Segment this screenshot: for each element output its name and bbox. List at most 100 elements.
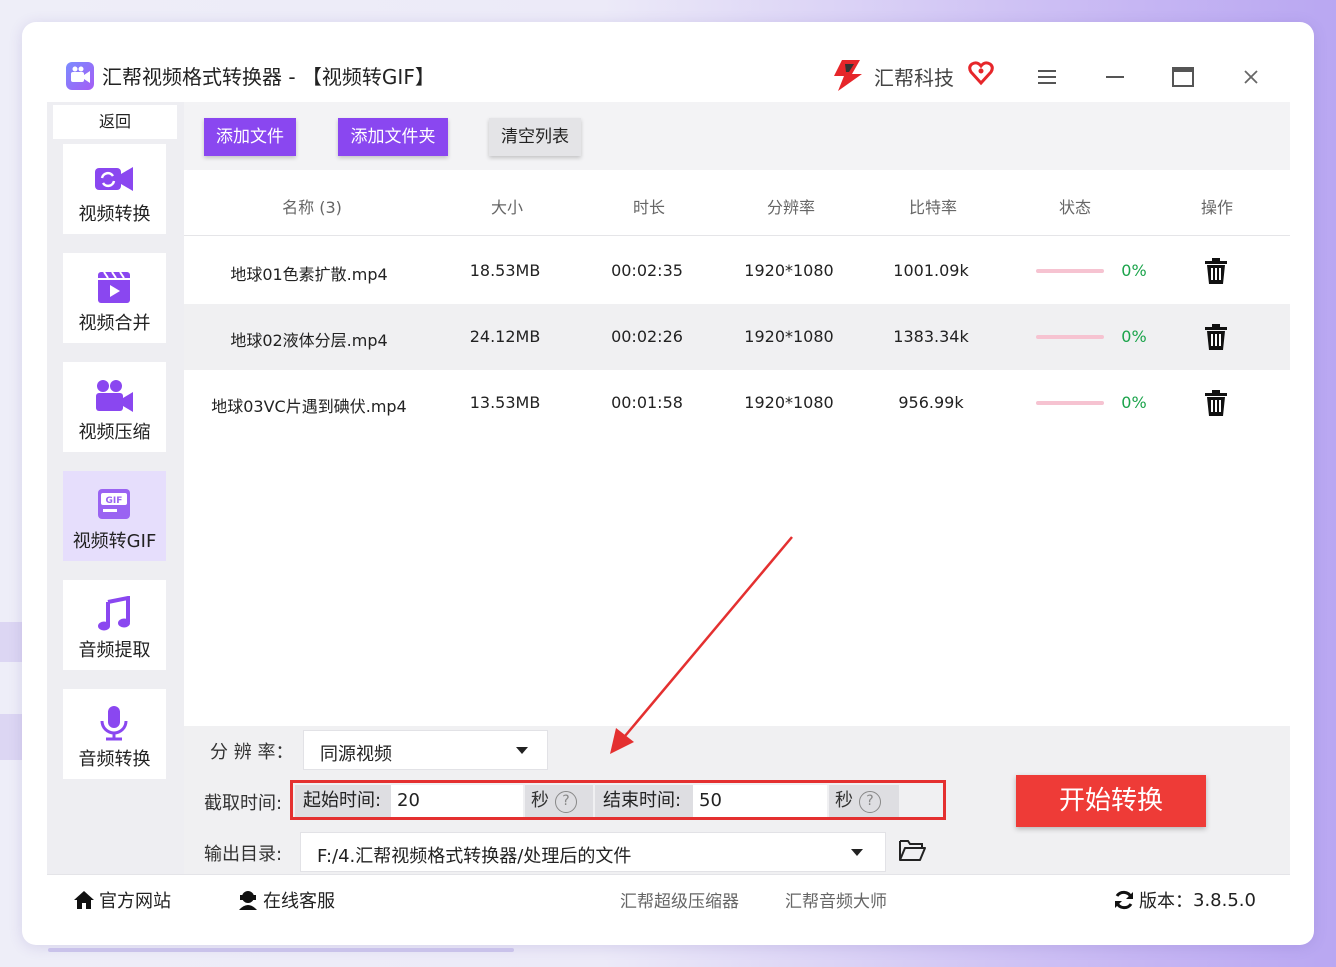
app-window: 汇帮视频格式转换器 - 【视频转GIF】 汇帮科技 返回 视频转换 视频合并 视… [22,22,1314,945]
column-header-actions: 操作 [1200,198,1233,217]
online-support-link[interactable]: 在线客服 [237,887,335,913]
sidebar-item-audio-convert[interactable]: 音频转换 [63,689,166,779]
progress-percent: 0% [1121,393,1147,412]
add-folder-button[interactable]: 添加文件夹 [338,118,448,156]
brand-logo-icon [834,60,862,91]
back-button[interactable]: 返回 [53,105,177,139]
app-title: 汇帮视频格式转换器 - 【视频转GIF】 [102,65,435,89]
svg-text:GIF: GIF [106,496,123,506]
maximize-button[interactable] [1168,62,1198,92]
refresh-icon [1115,890,1133,910]
support-agent-icon [239,891,257,910]
video-merge-icon [98,271,130,303]
home-icon [74,891,94,909]
trash-icon[interactable] [1202,257,1230,285]
add-file-button[interactable]: 添加文件 [204,118,296,156]
clear-list-button[interactable]: 清空列表 [489,118,581,156]
annotation-arrow-icon [610,536,793,754]
table-row[interactable]: 地球02液体分层.mp4 24.12MB 00:02:26 1920*1080 … [184,304,1290,370]
close-icon [1244,70,1258,84]
sidebar-item-label: 视频转换 [78,204,151,225]
menu-button[interactable] [1032,62,1062,92]
version-label: 版本： [1139,891,1193,912]
sidebar-item-audio-extract[interactable]: 音频提取 [63,580,166,670]
minimize-button[interactable] [1100,62,1130,92]
sidebar-item-label: 音频转换 [78,749,151,770]
version-number: 3.8.5.0 [1193,889,1256,911]
file-bitrate: 1001.09k [893,261,969,280]
help-icon[interactable]: ? [555,791,577,813]
start-time-input[interactable]: 20 [391,785,523,817]
sidebar-item-label: 音频提取 [78,640,151,661]
resolution-label: 分 辨 率： [210,742,294,763]
video-convert-icon [95,167,133,191]
file-bitrate: 1383.34k [893,327,969,346]
chevron-down-icon [516,747,528,754]
file-name: 地球03VC片遇到碘伏.mp4 [211,397,407,416]
trash-icon[interactable] [1202,389,1230,417]
gif-icon: GIF [98,489,130,519]
close-button[interactable] [1236,62,1266,92]
audio-app-link[interactable]: 汇帮音频大师 [785,887,887,912]
minimize-icon [1106,76,1124,78]
brand-name: 汇帮科技 [874,66,954,90]
file-size: 18.53MB [469,261,541,280]
main-panel: 添加文件 添加文件夹 清空列表 名称 (3) 大小 时长 分辨率 比特率 状态 … [184,102,1290,874]
background-stripe [0,714,24,760]
file-duration: 00:02:35 [611,261,683,280]
column-header-resolution: 分辨率 [766,198,815,217]
heart-icon [968,61,994,86]
sidebar: 返回 视频转换 视频合并 视频压缩 GIF 视频转GIF 音频提取 音频转换 [47,102,184,874]
clip-time-highlight: 起始时间: 20 秒 ? 结束时间: 50 秒 ? [290,780,946,820]
folder-open-icon[interactable] [898,837,926,863]
start-time-label: 起始时间: [295,785,391,817]
progress-bar [1036,269,1104,273]
output-dir-path: F:/4.汇帮视频格式转换器/处理后的文件 [317,846,632,867]
file-bitrate: 956.99k [898,393,964,412]
output-dir-select[interactable]: F:/4.汇帮视频格式转换器/处理后的文件 [300,832,886,872]
file-size: 13.53MB [469,393,541,412]
resolution-value: 同源视频 [320,744,392,765]
clip-time-label: 截取时间: [204,793,283,814]
sidebar-item-label: 视频合并 [78,313,151,334]
online-support-label: 在线客服 [263,891,335,912]
progress-bar [1036,335,1104,339]
microphone-icon [100,706,128,741]
help-icon[interactable]: ? [859,791,881,813]
file-duration: 00:02:26 [611,327,683,346]
table-header: 名称 (3) 大小 时长 分辨率 比特率 状态 操作 [184,170,1290,236]
file-name: 地球02液体分层.mp4 [230,331,388,350]
file-name: 地球01色素扩散.mp4 [230,265,388,284]
compressor-app-link[interactable]: 汇帮超级压缩器 [620,887,739,912]
sidebar-item-video-merge[interactable]: 视频合并 [63,253,166,343]
column-header-size: 大小 [490,198,523,217]
progress-bar [1036,401,1104,405]
version-info: 版本： 3.8.5.0 [1113,887,1256,913]
sidebar-item-label: 视频压缩 [78,422,151,443]
toolbar: 添加文件 添加文件夹 清空列表 [184,102,1290,170]
column-header-bitrate: 比特率 [908,198,957,217]
chevron-down-icon [851,849,863,856]
file-resolution: 1920*1080 [744,327,834,346]
sidebar-item-video-to-gif[interactable]: GIF 视频转GIF [63,471,166,561]
sidebar-item-video-compress[interactable]: 视频压缩 [63,362,166,452]
column-header-name: 名称 (3) [282,198,342,217]
table-row[interactable]: 地球01色素扩散.mp4 18.53MB 00:02:35 1920*1080 … [184,238,1290,304]
trash-icon[interactable] [1202,323,1230,351]
music-note-icon [98,596,130,631]
file-size: 24.12MB [469,327,541,346]
end-time-input[interactable]: 50 [693,785,827,817]
official-website-label: 官方网站 [99,891,171,912]
resolution-select[interactable]: 同源视频 [303,730,548,770]
start-convert-button[interactable]: 开始转换 [1016,775,1206,827]
footer: 官方网站 在线客服 汇帮超级压缩器 汇帮音频大师 版本： 3.8.5.0 [47,874,1290,922]
background-stripe [0,622,24,662]
column-header-duration: 时长 [632,198,665,217]
output-dir-label: 输出目录: [204,844,283,865]
app-logo-icon [66,62,94,90]
file-resolution: 1920*1080 [744,393,834,412]
sidebar-item-video-convert[interactable]: 视频转换 [63,144,166,234]
table-row[interactable]: 地球03VC片遇到碘伏.mp4 13.53MB 00:01:58 1920*10… [184,370,1290,436]
official-website-link[interactable]: 官方网站 [73,887,171,913]
video-compress-icon [96,380,133,412]
